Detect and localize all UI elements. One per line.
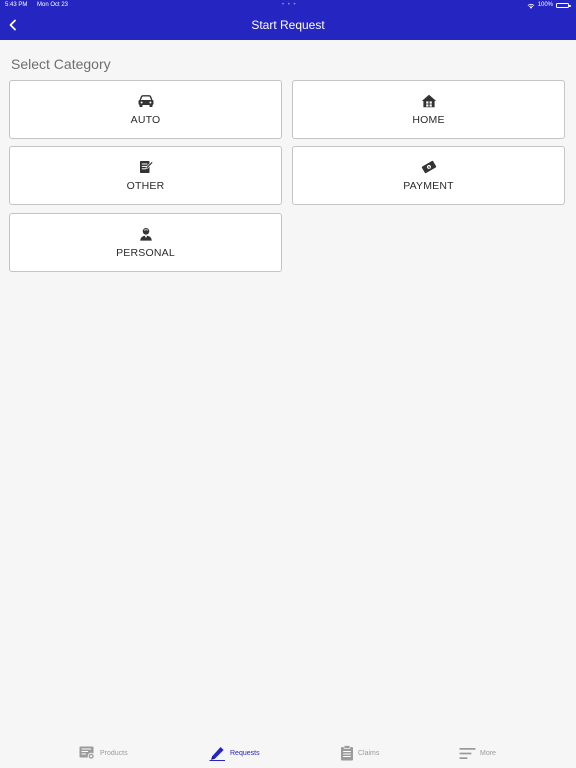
category-label: AUTO bbox=[130, 114, 161, 126]
clipboard-icon bbox=[341, 745, 353, 761]
tab-label: Products bbox=[100, 749, 128, 757]
multitasking-dots: • • • bbox=[282, 2, 297, 8]
navigation-bar: Start Request bbox=[0, 11, 576, 40]
section-title: Select Category bbox=[11, 56, 111, 72]
category-card-other[interactable]: OTHER bbox=[9, 146, 282, 205]
category-label: PAYMENT bbox=[403, 180, 454, 192]
house-icon bbox=[421, 94, 436, 108]
category-label: HOME bbox=[412, 114, 445, 126]
tab-more[interactable]: More bbox=[459, 745, 496, 761]
tab-label: More bbox=[480, 749, 496, 757]
battery-icon bbox=[556, 3, 571, 8]
products-icon bbox=[79, 746, 95, 760]
tab-claims[interactable]: Claims bbox=[340, 745, 379, 761]
payment-icon: $ bbox=[421, 160, 436, 174]
status-time: 5:43 PM bbox=[5, 2, 28, 8]
document-edit-icon bbox=[139, 161, 153, 173]
tab-products[interactable]: Products bbox=[79, 745, 128, 761]
category-label: OTHER bbox=[126, 180, 165, 192]
category-card-auto[interactable]: AUTO bbox=[9, 80, 282, 139]
person-icon bbox=[139, 228, 152, 241]
wifi-icon bbox=[527, 3, 535, 9]
category-card-home[interactable]: HOME bbox=[292, 80, 565, 139]
status-date: Mon Oct 23 bbox=[37, 2, 69, 8]
tab-requests[interactable]: Requests bbox=[209, 745, 260, 761]
menu-lines-icon bbox=[459, 747, 476, 759]
category-card-payment[interactable]: $ PAYMENT bbox=[292, 146, 565, 205]
battery-percent: 100% bbox=[537, 2, 553, 8]
status-right: 100% bbox=[527, 0, 571, 11]
category-card-personal[interactable]: PERSONAL bbox=[9, 213, 282, 272]
category-label: PERSONAL bbox=[116, 247, 175, 259]
page-title: Start Request bbox=[251, 18, 325, 32]
tab-label: Claims bbox=[358, 749, 380, 757]
pencil-icon bbox=[209, 746, 225, 761]
tab-bar: Products Requests Claims More bbox=[0, 733, 576, 768]
tab-label: Requests bbox=[230, 749, 260, 757]
screen: 5:43 PM Mon Oct 23 • • • 100% Start Requ… bbox=[0, 0, 576, 768]
status-bar: 5:43 PM Mon Oct 23 • • • 100% bbox=[0, 0, 576, 11]
car-icon bbox=[138, 95, 153, 107]
